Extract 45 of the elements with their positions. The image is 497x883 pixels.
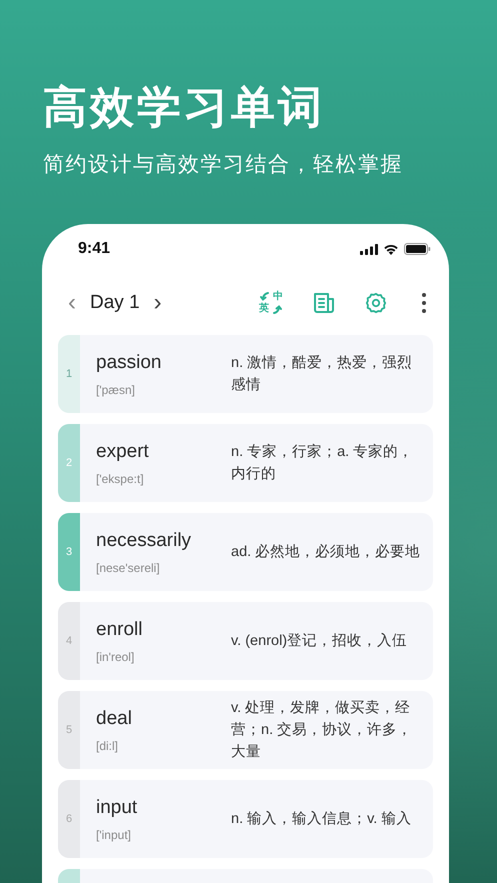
word-text: deal bbox=[96, 708, 133, 730]
word-text: necessarily bbox=[96, 530, 192, 552]
day-title: Day 1 bbox=[90, 292, 140, 314]
next-day-button[interactable]: › bbox=[150, 291, 166, 315]
word-meaning: v. (enrol)登记，招收，入伍 bbox=[231, 632, 408, 651]
document-icon bbox=[313, 292, 335, 314]
hero-title: 高效学习单词 bbox=[43, 82, 326, 134]
word-meaning: n. 激情，酷爱，热爱，强烈感情 bbox=[231, 354, 414, 395]
word-text: expert bbox=[96, 440, 150, 462]
word-text: passion bbox=[96, 352, 162, 374]
more-icon bbox=[421, 292, 427, 314]
word-meaning: ad. 必然地，必须地，必要地 bbox=[231, 543, 420, 562]
phonetic-text: [nese'sereli] bbox=[96, 560, 161, 574]
word-number: 3 bbox=[66, 546, 72, 558]
battery-icon bbox=[404, 243, 431, 255]
status-time: 9:41 bbox=[78, 240, 110, 258]
more-button[interactable] bbox=[421, 292, 427, 314]
word-card[interactable]: 3 necessarily [nese'sereli] ad. 必然地，必须地，必要地 bbox=[58, 513, 433, 591]
phonetic-text: ['ekspe:t] bbox=[96, 472, 145, 486]
word-card[interactable]: 5 deal [di:l] v. 处理，发牌，做买卖，经营；n. 交易，协议，许多，大量 bbox=[58, 691, 433, 769]
article-button[interactable] bbox=[313, 292, 335, 314]
phonetic-text: [di:l] bbox=[96, 738, 120, 752]
word-card[interactable]: 1 passion ['pæsn] n. 激情，酷爱，热爱，强烈感情 bbox=[58, 335, 433, 413]
word-meaning: v. 处理，发牌，做买卖，经营；n. 交易，协议，许多，大量 bbox=[231, 699, 414, 762]
phonetic-text: ['input] bbox=[96, 828, 132, 842]
previous-day-button[interactable]: ‹ bbox=[64, 291, 80, 315]
word-meaning: n. 专家，行家；a. 专家的，内行的 bbox=[231, 442, 414, 484]
word-number: 4 bbox=[66, 635, 72, 647]
phonetic-text: ['pæsn] bbox=[96, 382, 136, 396]
settings-icon bbox=[365, 292, 387, 314]
wifi-icon bbox=[383, 243, 399, 255]
word-number: 5 bbox=[66, 724, 72, 736]
hero-subtitle: 简约设计与高效学习结合，轻松掌握 bbox=[43, 152, 404, 178]
word-number: 1 bbox=[66, 368, 72, 380]
settings-button[interactable] bbox=[365, 292, 387, 314]
phonetic-text: [in'reol] bbox=[96, 650, 136, 664]
word-meaning: n. 输入，输入信息；v. 输入 bbox=[231, 810, 412, 829]
word-card[interactable]: 6 input ['input] n. 输入，输入信息；v. 输入 bbox=[58, 780, 433, 858]
word-card[interactable]: 2 expert ['ekspe:t] n. 专家，行家；a. 专家的，内行的 bbox=[58, 424, 433, 502]
signal-icon bbox=[360, 244, 378, 254]
word-text: input bbox=[96, 796, 138, 818]
word-number: 6 bbox=[66, 813, 72, 825]
word-number: 2 bbox=[66, 457, 72, 469]
word-card[interactable]: 4 enroll [in'reol] v. (enrol)登记，招收，入伍 bbox=[58, 602, 433, 680]
word-text: enroll bbox=[96, 618, 144, 640]
